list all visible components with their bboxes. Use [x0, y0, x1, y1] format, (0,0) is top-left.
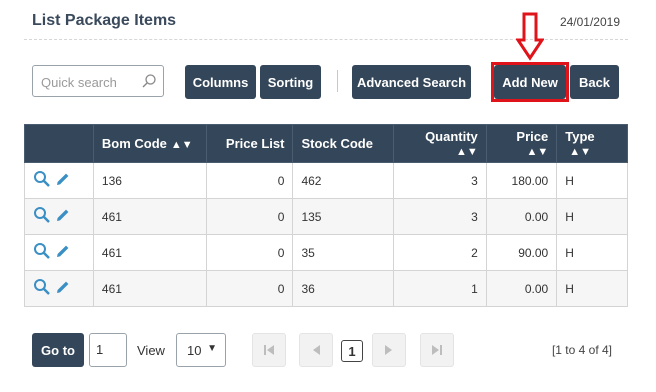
cell-price: 0.00	[485, 198, 558, 235]
sort-icon[interactable]: ▲▼	[456, 146, 478, 158]
pagination-range: [1 to 4 of 4]	[551, 343, 612, 357]
add-new-highlight	[491, 62, 569, 102]
previous-page-button[interactable]	[299, 333, 333, 367]
edit-icon[interactable]	[57, 245, 69, 257]
row-actions	[24, 234, 94, 271]
cell-price: 0.00	[485, 270, 558, 307]
page-number-input[interactable]: 1	[89, 333, 127, 367]
view-icon[interactable]	[34, 171, 50, 187]
table-row: 461 0 36 1 0.00 H	[24, 270, 628, 307]
cell-quantity: 3	[392, 198, 487, 235]
row-actions	[24, 198, 94, 235]
cell-quantity: 3	[392, 162, 487, 199]
cell-quantity: 2	[392, 234, 487, 271]
cell-price: 180.00	[485, 162, 558, 199]
column-header-price-list[interactable]: Price List	[205, 124, 294, 163]
cell-price-list: 0	[205, 162, 294, 199]
cell-type: H	[556, 234, 628, 271]
actions-column-header	[24, 124, 94, 163]
quick-search-box[interactable]	[32, 65, 164, 97]
cell-bom-code: 136	[92, 162, 207, 199]
view-label: View	[137, 343, 165, 358]
first-page-button[interactable]	[252, 333, 286, 367]
cell-stock-code: 135	[292, 198, 394, 235]
cell-bom-code: 461	[92, 270, 207, 307]
sort-icon[interactable]: ▲▼	[171, 139, 193, 151]
go-to-button[interactable]: Go to	[32, 333, 84, 367]
cell-bom-code: 461	[92, 234, 207, 271]
first-page-icon	[264, 345, 274, 355]
table-header-row: Bom Code ▲▼ Price List Stock Code Quantit…	[24, 124, 628, 163]
column-header-price[interactable]: Price▲▼	[485, 124, 558, 163]
advanced-search-button[interactable]: Advanced Search	[352, 65, 471, 99]
column-header-stock-code[interactable]: Stock Code	[292, 124, 394, 163]
column-header-bom-code[interactable]: Bom Code ▲▼	[92, 124, 207, 163]
date-label: 24/01/2019	[559, 15, 620, 29]
view-icon[interactable]	[34, 243, 50, 259]
cell-price-list: 0	[205, 198, 294, 235]
view-icon[interactable]	[34, 279, 50, 295]
next-page-icon	[385, 345, 392, 355]
page-size-value: 10	[187, 343, 202, 358]
package-items-table: Bom Code ▲▼ Price List Stock Code Quantit…	[24, 124, 628, 307]
sorting-button[interactable]: Sorting	[260, 65, 321, 99]
columns-button[interactable]: Columns	[185, 65, 256, 99]
cell-price-list: 0	[205, 270, 294, 307]
previous-page-icon	[313, 345, 320, 355]
cell-price: 90.00	[485, 234, 558, 271]
back-button[interactable]: Back	[570, 65, 619, 99]
row-actions	[24, 270, 94, 307]
sort-icon[interactable]: ▲▼	[569, 146, 591, 158]
view-icon[interactable]	[34, 207, 50, 223]
cell-type: H	[556, 162, 628, 199]
down-arrow-icon	[516, 12, 544, 61]
last-page-button[interactable]	[420, 333, 454, 367]
cell-price-list: 0	[205, 234, 294, 271]
page-title: List Package Items	[32, 12, 177, 29]
table-row: 461 0 135 3 0.00 H	[24, 198, 628, 235]
sort-icon[interactable]: ▲▼	[526, 146, 548, 158]
cell-quantity: 1	[392, 270, 487, 307]
edit-icon[interactable]	[57, 173, 69, 185]
caret-down-icon: ▼	[207, 343, 217, 354]
cell-bom-code: 461	[92, 198, 207, 235]
cell-stock-code: 462	[292, 162, 394, 199]
last-page-icon	[432, 345, 442, 355]
toolbar-separator	[337, 70, 338, 92]
table-row: 136 0 462 3 180.00 H	[24, 162, 628, 199]
quick-search-input[interactable]	[39, 72, 139, 92]
cell-type: H	[556, 270, 628, 307]
current-page-indicator[interactable]: 1	[341, 340, 363, 362]
column-header-quantity[interactable]: Quantity▲▼	[392, 124, 487, 163]
row-actions	[24, 162, 94, 199]
cell-type: H	[556, 198, 628, 235]
next-page-button[interactable]	[372, 333, 406, 367]
edit-icon[interactable]	[57, 281, 69, 293]
page-size-select[interactable]: 10 ▼	[176, 333, 226, 367]
column-header-type[interactable]: Type▲▼	[556, 124, 628, 163]
cell-stock-code: 36	[292, 270, 394, 307]
cell-stock-code: 35	[292, 234, 394, 271]
table-row: 461 0 35 2 90.00 H	[24, 234, 628, 271]
search-icon[interactable]	[141, 73, 157, 89]
edit-icon[interactable]	[57, 209, 69, 221]
